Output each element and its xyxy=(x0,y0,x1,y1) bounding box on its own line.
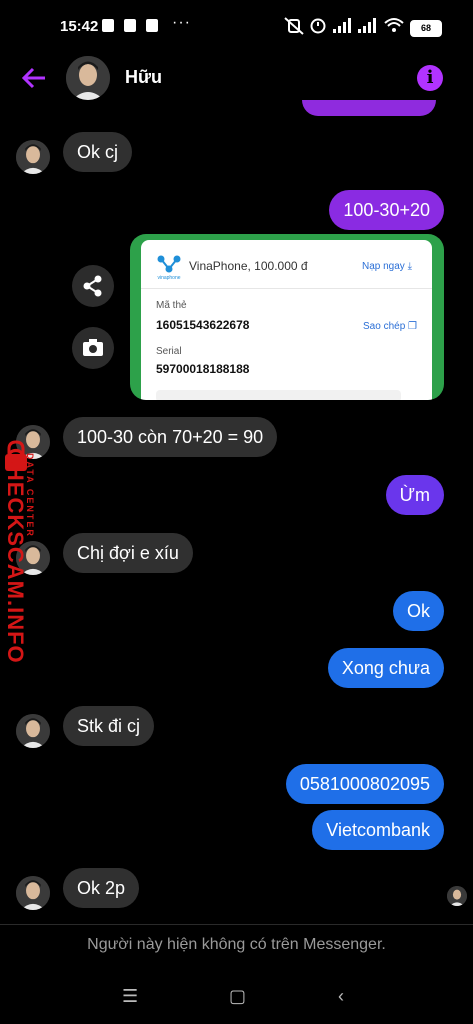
contact-name[interactable]: Hữu xyxy=(125,67,162,88)
vinaphone-logo-text: vinaphone xyxy=(157,275,180,280)
copy-icon: ❐ xyxy=(408,321,418,332)
topup-card-body: vinaphone VinaPhone, 100.000 đ Nạp ngay … xyxy=(141,240,432,400)
footer-divider xyxy=(0,924,473,925)
contact-avatar[interactable] xyxy=(66,56,110,100)
person-photo-icon xyxy=(16,140,50,174)
status-time: 15:42 xyxy=(60,18,99,35)
vinaphone-logo-icon: vinaphone xyxy=(157,255,181,280)
topup-now-label: Nạp ngay xyxy=(362,261,405,272)
more-notifications-icon: ··· xyxy=(172,14,191,31)
unavailable-notice: Người này hiện không có trên Messenger. xyxy=(87,936,386,953)
sender-avatar xyxy=(16,714,50,748)
message-bubble-incoming[interactable]: 100-30 còn 70+20 = 90 xyxy=(63,417,278,457)
home-icon[interactable]: ▢ xyxy=(229,986,246,1007)
camera-icon xyxy=(83,339,103,356)
back-arrow-icon[interactable] xyxy=(20,64,48,92)
notification-app-icon xyxy=(146,19,158,32)
card-code-label: Mã thẻ xyxy=(156,300,187,311)
person-photo-icon xyxy=(447,886,467,906)
card-serial-value: 59700018188188 xyxy=(156,362,250,376)
seen-avatar xyxy=(447,886,467,906)
person-photo-icon xyxy=(66,56,110,100)
info-icon[interactable]: i xyxy=(417,65,443,91)
card-divider xyxy=(141,288,432,289)
message-bubble-incoming[interactable]: Ok 2p xyxy=(63,868,140,908)
alarm-icon xyxy=(310,18,326,34)
card-serial-label: Serial xyxy=(156,346,182,357)
wifi-icon xyxy=(384,18,404,32)
nav-back-icon[interactable]: ‹ xyxy=(338,986,344,1007)
copy-link[interactable]: Sao chép ❐ xyxy=(363,321,417,332)
share-button[interactable] xyxy=(72,265,114,307)
sender-avatar xyxy=(16,876,50,910)
message-bubble-incoming[interactable]: Chị đợi e xíu xyxy=(63,533,193,573)
notification-app-icon xyxy=(124,19,136,32)
message-bubble-outgoing[interactable]: Ok xyxy=(392,591,444,631)
status-bar: 15:42 ··· 68 xyxy=(0,0,473,56)
card-footer-bar xyxy=(156,390,401,400)
card-title: VinaPhone, 100.000 đ xyxy=(189,259,308,273)
recent-apps-icon[interactable]: ☰ xyxy=(122,986,138,1007)
signal-icon xyxy=(358,18,376,33)
camera-button[interactable] xyxy=(72,327,114,369)
topup-now-link[interactable]: Nạp ngay ⤓ xyxy=(362,261,412,272)
watermark-text: CHECKSCAM.INFO xyxy=(3,448,28,664)
topup-card-image[interactable]: vinaphone VinaPhone, 100.000 đ Nạp ngay … xyxy=(130,234,444,400)
person-photo-icon xyxy=(16,876,50,910)
card-code-value: 16051543622678 xyxy=(156,318,250,332)
battery-icon: 68 xyxy=(410,20,442,37)
message-bubble-outgoing[interactable]: 0581000802095 xyxy=(285,764,444,804)
sender-avatar xyxy=(16,140,50,174)
notification-app-icon xyxy=(102,19,114,32)
vibrate-off-icon xyxy=(284,17,304,35)
copy-label: Sao chép xyxy=(363,321,406,332)
message-bubble-outgoing[interactable]: Vietcombank xyxy=(312,810,444,850)
message-bubble-outgoing[interactable]: Xong chưa xyxy=(327,648,444,688)
download-icon: ⤓ xyxy=(407,261,413,272)
previous-message-bubble[interactable] xyxy=(302,100,436,116)
share-icon xyxy=(83,275,102,297)
signal-icon xyxy=(333,18,351,33)
message-bubble-outgoing[interactable]: 100-30+20 xyxy=(329,190,444,230)
message-bubble-incoming[interactable]: Ok cj xyxy=(63,132,133,172)
message-bubble-incoming[interactable]: Stk đi cj xyxy=(63,706,155,746)
person-photo-icon xyxy=(16,714,50,748)
message-bubble-outgoing[interactable]: Ừm xyxy=(385,475,444,515)
